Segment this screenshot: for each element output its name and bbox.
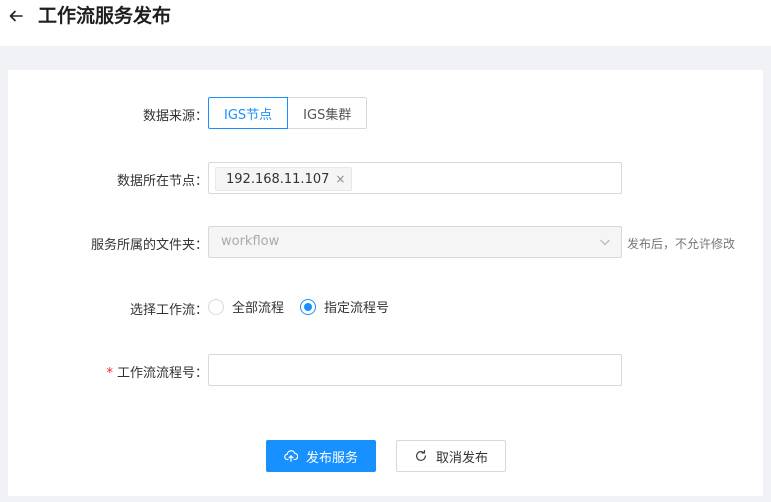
folder-label: 服务所属的文件夹： (90, 238, 208, 253)
workflow-radio-group: 全部流程 指定流程号 (208, 297, 405, 316)
node-select[interactable]: 192.168.11.107 × (208, 162, 622, 194)
node-tag: 192.168.11.107 × (215, 167, 353, 191)
data-source-segmented: IGS节点 IGS集群 (208, 97, 368, 129)
publish-button[interactable]: 发布服务 (266, 440, 376, 472)
workflow-select-label: 选择工作流： (129, 303, 208, 318)
chevron-down-icon (599, 236, 611, 252)
node-tag-label: 192.168.11.107 (226, 171, 330, 187)
radio-label: 指定流程号 (324, 301, 390, 316)
radio-circle (208, 298, 224, 315)
form-card: 数据来源： IGS节点 IGS集群 数据所在节点： 192.168.11.107… (8, 70, 763, 496)
workflow-id-input[interactable] (208, 354, 622, 386)
folder-value: workflow (221, 234, 280, 249)
refresh-icon (416, 449, 426, 461)
publish-button-label: 发布服务 (305, 450, 358, 466)
required-mark: * (106, 366, 113, 381)
node-row: 数据所在节点： 192.168.11.107 × (8, 162, 763, 194)
page-title: 工作流服务发布 (38, 5, 172, 27)
cancel-publish-button[interactable]: 取消发布 (396, 440, 506, 472)
folder-select: workflow (208, 226, 622, 258)
radio-circle (300, 298, 317, 315)
cancel-publish-button-label: 取消发布 (435, 450, 488, 466)
folder-row: 服务所属的文件夹： workflow 发布后，不允许修改 (8, 226, 763, 258)
workflow-id-label: * 工作流流程号： (106, 362, 208, 381)
radio-all-workflows[interactable]: 全部流程 (208, 297, 284, 316)
workflow-select-row: 选择工作流： 全部流程 指定流程号 (8, 291, 763, 323)
page-header: 工作流服务发布 (0, 0, 771, 46)
workflow-id-label-text: 工作流流程号： (116, 366, 208, 381)
workflow-id-row: * 工作流流程号： (8, 354, 763, 386)
data-source-option-igs-node[interactable]: IGS节点 (208, 97, 289, 129)
cloud-upload-icon (284, 450, 298, 462)
radio-specified-workflow[interactable]: 指定流程号 (300, 297, 389, 316)
data-source-option-igs-cluster[interactable]: IGS集群 (288, 97, 368, 129)
folder-hint: 发布后，不允许修改 (627, 237, 736, 251)
data-source-row: 数据来源： IGS节点 IGS集群 (8, 97, 763, 129)
close-icon[interactable]: × (335, 172, 345, 186)
data-source-label: 数据来源： (142, 109, 208, 124)
arrow-left-icon[interactable] (6, 6, 26, 26)
node-label: 数据所在节点： (116, 174, 208, 189)
radio-label: 全部流程 (232, 301, 285, 316)
